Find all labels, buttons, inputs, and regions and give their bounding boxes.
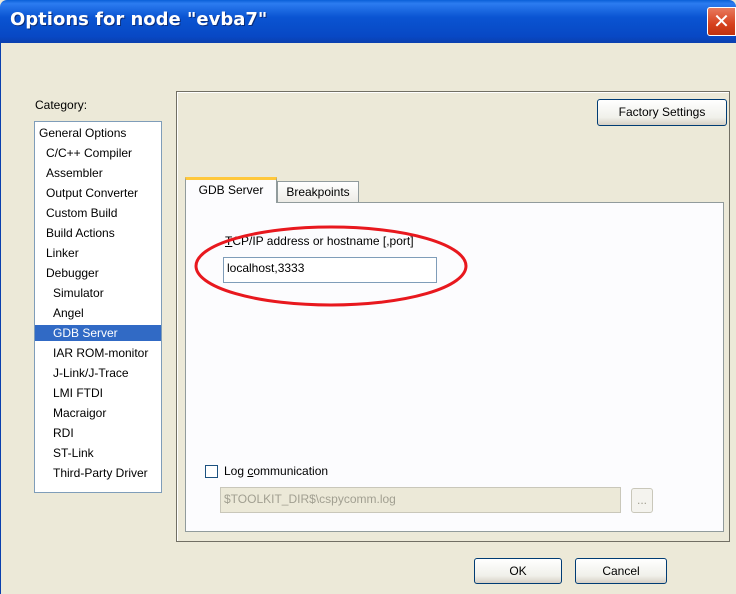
category-item-c-compiler[interactable]: C/C++ Compiler	[43, 145, 135, 161]
category-label: Category:	[35, 98, 88, 112]
log-path-input[interactable]: $TOOLKIT_DIR$\cspycomm.log	[220, 487, 621, 513]
category-item-build-actions[interactable]: Build Actions	[43, 225, 118, 241]
log-label-suffix: ommunication	[253, 464, 329, 478]
annotation-ellipse	[194, 225, 468, 307]
category-item-custom-build[interactable]: Custom Build	[43, 205, 120, 221]
title-bar[interactable]: Options for node "evba7" ✕	[0, 0, 736, 43]
category-item-output-converter[interactable]: Output Converter	[43, 185, 141, 201]
log-communication-label: Log communication	[224, 464, 328, 478]
close-button[interactable]: ✕	[707, 7, 736, 36]
category-item-iar-rom-monitor[interactable]: IAR ROM-monitor	[50, 345, 151, 361]
factory-settings-button[interactable]: Factory Settings	[597, 99, 727, 126]
category-item-rdi[interactable]: RDI	[50, 425, 77, 441]
highlight-ellipse	[194, 225, 468, 307]
category-item-gdb-server[interactable]: GDB Server	[35, 325, 161, 341]
tab-breakpoints[interactable]: Breakpoints	[277, 181, 359, 203]
category-item-jlink-jtrace[interactable]: J-Link/J-Trace	[50, 365, 132, 381]
category-item-debugger[interactable]: Debugger	[43, 265, 102, 281]
window-title: Options for node "evba7"	[10, 9, 268, 30]
window-border	[0, 43, 1, 594]
category-item-linker[interactable]: Linker	[43, 245, 82, 261]
browse-button[interactable]: ...	[631, 488, 653, 513]
cancel-button[interactable]: Cancel	[575, 558, 667, 584]
category-item-general-options[interactable]: General Options	[36, 125, 129, 141]
category-item-third-party-driver[interactable]: Third-Party Driver	[50, 465, 151, 481]
category-item-macraigor[interactable]: Macraigor	[50, 405, 109, 421]
category-item-assembler[interactable]: Assembler	[43, 165, 106, 181]
log-communication-checkbox[interactable]	[205, 465, 218, 478]
close-icon: ✕	[713, 9, 730, 33]
category-item-angel[interactable]: Angel	[50, 305, 87, 321]
category-item-simulator[interactable]: Simulator	[50, 285, 107, 301]
category-item-st-link[interactable]: ST-Link	[50, 445, 97, 461]
category-list[interactable]: General Options C/C++ Compiler Assembler…	[34, 121, 162, 493]
ok-button[interactable]: OK	[474, 558, 562, 584]
tab-gdb-server[interactable]: GDB Server	[185, 177, 277, 203]
category-item-lmi-ftdi[interactable]: LMI FTDI	[50, 385, 106, 401]
log-label-prefix: Log	[224, 464, 248, 478]
